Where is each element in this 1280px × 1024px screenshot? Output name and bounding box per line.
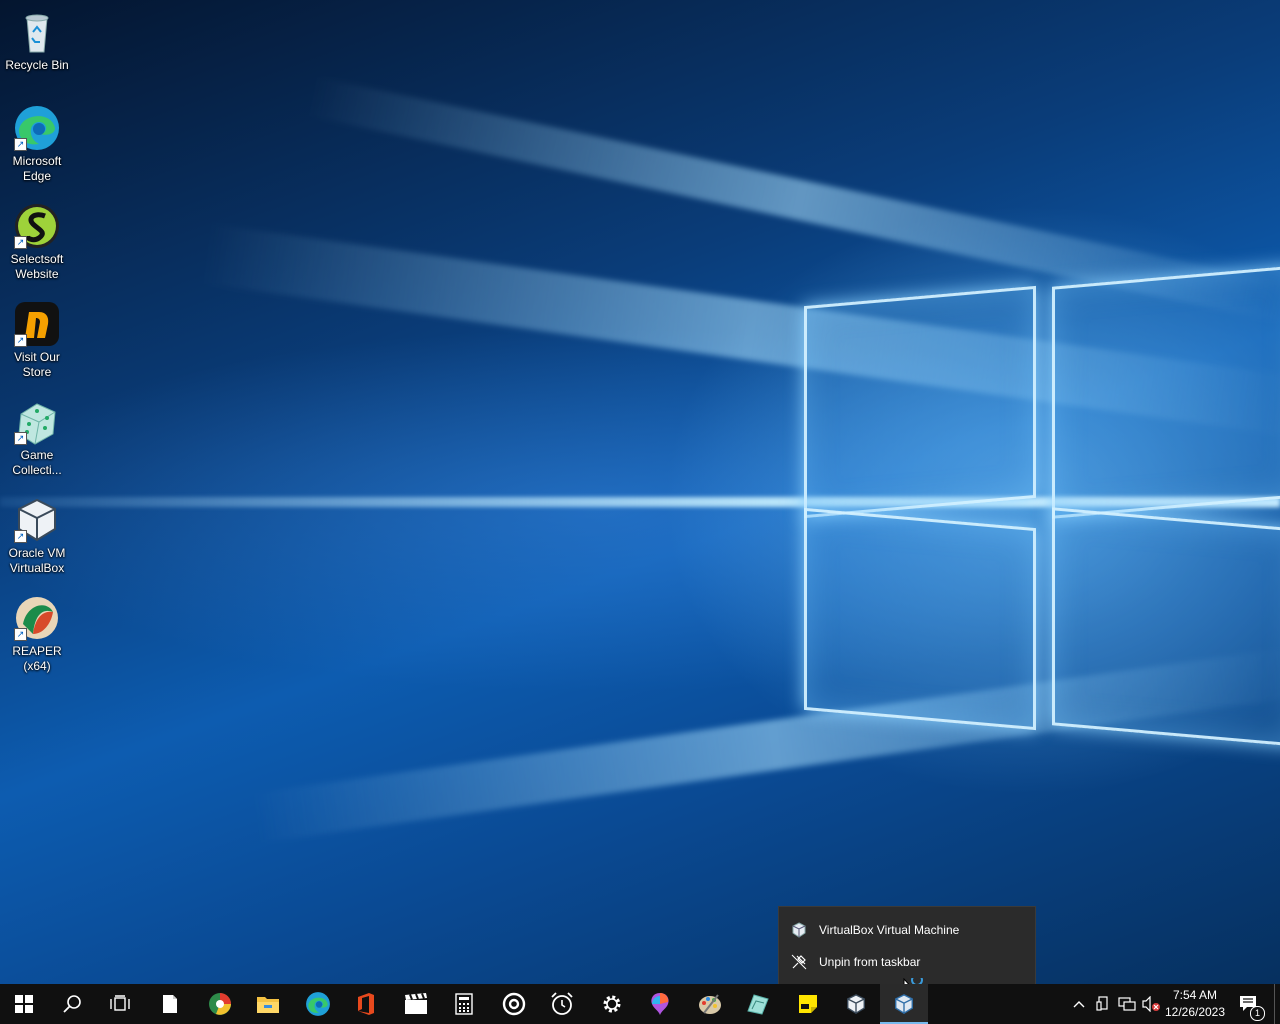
desktop-icon-selectsoft[interactable]: ↗ Selectsoft Website	[0, 202, 74, 282]
settings-icon	[603, 995, 621, 1013]
logo-pane	[804, 507, 1036, 731]
desktop-icon-store[interactable]: ↗ Visit Our Store	[0, 300, 74, 380]
taskbar-app-calculator[interactable]	[440, 984, 488, 1024]
task-view-icon	[110, 995, 130, 1011]
taskbar-app-virtualbox[interactable]	[832, 984, 880, 1024]
taskbar-app-edge[interactable]	[294, 984, 342, 1024]
taskbar-app-paint[interactable]	[686, 984, 734, 1024]
notepad-icon	[163, 995, 177, 1013]
taskbar-app-alarms[interactable]	[538, 984, 586, 1024]
desktop-icon-reaper[interactable]: ↗ REAPER (x64)	[0, 594, 74, 674]
taskbar-app-notepad[interactable]	[146, 984, 194, 1024]
photos-icon	[747, 994, 769, 1015]
tray-network-button[interactable]	[1115, 984, 1139, 1024]
shortcut-arrow-icon: ↗	[14, 628, 27, 641]
menu-item-label: Unpin from taskbar	[819, 955, 921, 969]
desktop-icon-virtualbox[interactable]: ↗ Oracle VM VirtualBox	[0, 496, 74, 576]
clock-time: 7:54 AM	[1172, 988, 1218, 1002]
menu-item-virtualbox-vm[interactable]: VirtualBox Virtual Machine	[779, 915, 1035, 945]
desktop-icon-label: Microsoft Edge	[12, 154, 62, 183]
desktop-icon-recycle-bin[interactable]: Recycle Bin	[0, 8, 74, 73]
desktop-icon-label: Game Collecti...	[12, 448, 62, 477]
virtualbox-icon	[779, 922, 819, 938]
network-icon	[1118, 997, 1136, 1011]
show-desktop-button[interactable]	[1274, 984, 1275, 1024]
show-hidden-icons-button[interactable]	[1068, 984, 1090, 1024]
search-icon	[63, 995, 81, 1013]
file-explorer-icon	[257, 997, 279, 1013]
chevron-up-icon	[1073, 1001, 1085, 1008]
chrome-like-icon	[209, 993, 231, 1015]
shortcut-arrow-icon: ↗	[14, 236, 27, 249]
desktop-icon-label: Selectsoft Website	[10, 252, 64, 281]
taskbar-app-paint3d[interactable]	[636, 984, 684, 1024]
taskbar: 7:54 AM 12/26/2023 1	[0, 984, 1280, 1024]
taskbar-app-file-explorer[interactable]	[244, 984, 292, 1024]
office-icon	[358, 993, 374, 1015]
desktop-icon-label: REAPER (x64)	[12, 644, 62, 673]
shortcut-arrow-icon: ↗	[14, 530, 27, 543]
virtualbox-icon	[847, 994, 865, 1014]
virtualbox-vm-icon	[895, 994, 913, 1014]
start-icon	[15, 995, 33, 1013]
desktop-icon-label: Oracle VM VirtualBox	[8, 546, 66, 575]
logo-pane	[1052, 265, 1280, 519]
taskbar-clock[interactable]: 7:54 AM 12/26/2023	[1160, 984, 1230, 1024]
taskbar-app-photos[interactable]	[734, 984, 782, 1024]
store-icon: ↗	[13, 300, 61, 348]
taskbar-app-settings[interactable]	[588, 984, 636, 1024]
paint-icon	[699, 994, 721, 1014]
desktop-icon-edge[interactable]: ↗ Microsoft Edge	[0, 104, 74, 184]
recycle-bin-icon	[13, 8, 61, 56]
paint3d-icon	[651, 993, 669, 1015]
logo-pane	[804, 285, 1036, 519]
desktop-icon-game-collection[interactable]: ↗ Game Collecti...	[0, 398, 74, 478]
taskbar-app-groove[interactable]	[490, 984, 538, 1024]
unpin-icon	[779, 954, 819, 970]
edge-icon	[306, 992, 330, 1016]
menu-item-label: VirtualBox Virtual Machine	[819, 923, 960, 937]
video-editor-icon	[405, 993, 427, 1014]
taskbar-app-sticky-notes[interactable]	[784, 984, 832, 1024]
reaper-icon: ↗	[13, 594, 61, 642]
alarms-icon	[551, 992, 573, 1015]
dice-icon: ↗	[13, 398, 61, 446]
task-view-button[interactable]	[96, 984, 144, 1024]
tray-device-button[interactable]	[1092, 984, 1114, 1024]
taskbar-app-office[interactable]	[342, 984, 390, 1024]
notification-count-badge: 1	[1250, 1006, 1265, 1021]
shortcut-arrow-icon: ↗	[14, 334, 27, 347]
tray-volume-button[interactable]	[1140, 984, 1162, 1024]
taskbar-app-virtualbox-vm[interactable]	[880, 984, 928, 1024]
device-icon	[1096, 996, 1108, 1011]
edge-icon: ↗	[13, 104, 61, 152]
jump-list-menu: VirtualBox Virtual Machine Unpin from ta…	[778, 906, 1036, 986]
action-center-button[interactable]: 1	[1234, 984, 1265, 1024]
logo-pane	[1052, 507, 1280, 747]
desktop-icon-label: Visit Our Store	[14, 350, 60, 379]
taskbar-app-browser[interactable]	[196, 984, 244, 1024]
desktop-icon-label: Recycle Bin	[5, 58, 69, 72]
shortcut-arrow-icon: ↗	[14, 138, 27, 151]
selectsoft-icon: ↗	[13, 202, 61, 250]
search-button[interactable]	[48, 984, 96, 1024]
groove-icon	[502, 992, 526, 1016]
calculator-icon	[455, 993, 473, 1015]
sticky-notes-icon	[799, 995, 817, 1013]
desktop-wallpaper	[0, 0, 1280, 984]
volume-muted-icon	[1142, 996, 1160, 1012]
start-button[interactable]	[0, 984, 48, 1024]
clock-date: 12/26/2023	[1164, 1005, 1226, 1019]
virtualbox-icon: ↗	[13, 496, 61, 544]
menu-item-unpin[interactable]: Unpin from taskbar	[779, 947, 1035, 977]
shortcut-arrow-icon: ↗	[14, 432, 27, 445]
taskbar-app-video-editor[interactable]	[392, 984, 440, 1024]
